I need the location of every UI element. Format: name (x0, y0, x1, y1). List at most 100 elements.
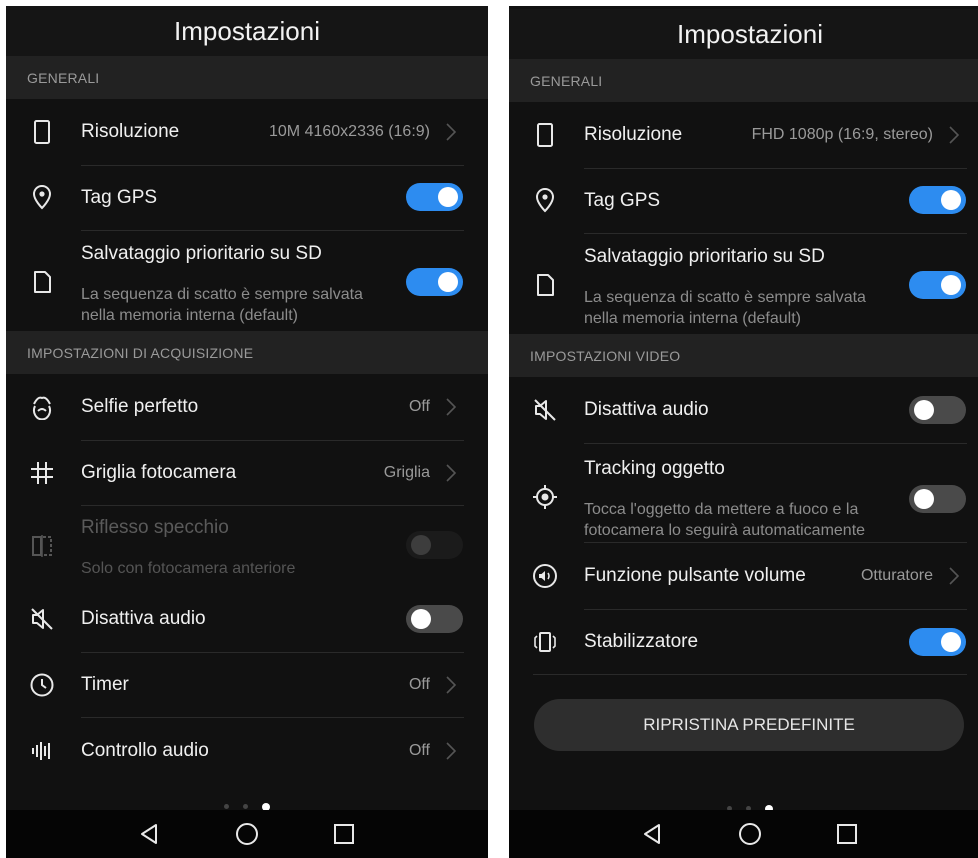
setting-label: Griglia fotocamera (81, 462, 237, 483)
location-pin-icon (531, 186, 559, 214)
back-triangle-icon (140, 824, 157, 844)
setting-value: Off (408, 398, 430, 415)
camera-settings-screen-photo: Impostazioni GENERALI Risoluzione 10M 41… (6, 6, 488, 858)
hash-grid-icon (28, 459, 56, 487)
home-button[interactable] (234, 821, 260, 847)
setting-value: 10M 4160x2336 (16:9) (269, 123, 430, 140)
gps-toggle[interactable] (406, 183, 463, 211)
sd-card-icon (531, 271, 559, 299)
setting-label: Funzione pulsante volume (584, 565, 806, 586)
setting-mirror-reflection: Riflesso specchio Solo con fotocamera an… (6, 506, 488, 580)
setting-sd-priority: Salvataggio prioritario su SD La sequenz… (6, 231, 488, 331)
setting-label: Selfie perfetto (81, 396, 199, 417)
home-circle-icon (235, 823, 258, 845)
setting-description: Tocca l'oggetto da mettere a fuoco e la (584, 501, 859, 518)
recents-button[interactable] (834, 821, 860, 847)
section-header-general: GENERALI (509, 59, 978, 102)
setting-resolution[interactable]: Risoluzione FHD 1080p (16:9, stereo) (509, 102, 978, 168)
page-title: Impostazioni (6, 6, 488, 56)
chevron-right-icon (947, 124, 961, 146)
sd-priority-toggle[interactable] (909, 271, 966, 299)
setting-label: Controllo audio (81, 740, 209, 761)
object-tracking-toggle[interactable] (909, 485, 966, 513)
section-header-video: IMPOSTAZIONI VIDEO (509, 334, 978, 377)
setting-description: La sequenza di scatto è sempre salvata (81, 286, 363, 303)
setting-mute-audio: Disattiva audio (6, 586, 488, 652)
muted-speaker-icon (531, 396, 559, 424)
setting-label: Timer (81, 674, 129, 695)
location-pin-icon (28, 183, 56, 211)
setting-label: Risoluzione (81, 121, 180, 142)
setting-description: Solo con fotocamera anteriore (81, 560, 296, 577)
muted-speaker-icon (28, 605, 56, 633)
setting-label: Tag GPS (81, 187, 158, 208)
sd-card-icon (28, 268, 56, 296)
setting-description: fotocamera lo seguirà automaticamente (584, 522, 866, 539)
setting-description: La sequenza di scatto è sempre salvata (584, 289, 866, 306)
setting-volume-key-function[interactable]: Funzione pulsante volume Otturatore (509, 543, 978, 609)
setting-label: Riflesso specchio (81, 517, 229, 538)
system-navigation-bar (509, 810, 978, 858)
setting-mute-audio: Disattiva audio (509, 377, 978, 443)
setting-label: Salvataggio prioritario su SD (81, 243, 322, 264)
target-icon (531, 483, 559, 511)
back-button[interactable] (137, 821, 163, 847)
recents-square-icon (334, 824, 355, 844)
audio-bars-icon (28, 737, 56, 765)
setting-stabilizer: Stabilizzatore (509, 610, 978, 674)
back-triangle-icon (643, 824, 660, 844)
chevron-right-icon (444, 740, 458, 762)
setting-value: Off (408, 676, 430, 693)
setting-object-tracking: Tracking oggetto Tocca l'oggetto da mett… (509, 444, 978, 542)
chevron-right-icon (444, 462, 458, 484)
mirror-toggle (406, 531, 463, 559)
setting-value: Otturatore (860, 567, 933, 584)
setting-perfect-selfie[interactable]: Selfie perfetto Off (6, 374, 488, 440)
portrait-rect-icon (531, 121, 559, 149)
setting-gps-tag: Tag GPS (6, 166, 488, 230)
section-header-capture: IMPOSTAZIONI DI ACQUISIZIONE (6, 331, 488, 374)
divider (533, 674, 967, 675)
setting-value: FHD 1080p (16:9, stereo) (751, 126, 933, 143)
stabilizer-icon (531, 628, 559, 656)
setting-label: Tracking oggetto (584, 458, 725, 479)
page-dot (243, 804, 248, 809)
setting-description: nella memoria interna (default) (81, 307, 298, 324)
camera-settings-screen-video: Impostazioni GENERALI Risoluzione FHD 10… (509, 6, 978, 858)
setting-value: Griglia (383, 464, 430, 481)
setting-value: Off (408, 742, 430, 759)
sd-priority-toggle[interactable] (406, 268, 463, 296)
portrait-rect-icon (28, 118, 56, 146)
page-dot (224, 804, 229, 809)
setting-label: Disattiva audio (584, 399, 709, 420)
setting-label: Tag GPS (584, 190, 661, 211)
recents-button[interactable] (331, 821, 357, 847)
chevron-right-icon (444, 121, 458, 143)
setting-gps-tag: Tag GPS (509, 169, 978, 233)
setting-camera-grid[interactable]: Griglia fotocamera Griglia (6, 441, 488, 505)
page-title: Impostazioni (509, 9, 978, 59)
chevron-right-icon (947, 565, 961, 587)
stabilizer-toggle[interactable] (909, 628, 966, 656)
setting-audio-control[interactable]: Controllo audio Off (6, 718, 488, 784)
setting-description: nella memoria interna (default) (584, 310, 801, 327)
mute-audio-toggle[interactable] (909, 396, 966, 424)
reset-defaults-button[interactable]: RIPRISTINA PREDEFINITE (534, 699, 964, 751)
recents-square-icon (837, 824, 858, 844)
mute-audio-toggle[interactable] (406, 605, 463, 633)
home-circle-icon (738, 823, 761, 845)
gps-toggle[interactable] (909, 186, 966, 214)
system-navigation-bar (6, 810, 488, 858)
mirror-icon (28, 532, 56, 560)
setting-label: Stabilizzatore (584, 631, 699, 652)
chevron-right-icon (444, 396, 458, 418)
home-button[interactable] (737, 821, 763, 847)
back-button[interactable] (640, 821, 666, 847)
face-icon (28, 393, 56, 421)
setting-label: Salvataggio prioritario su SD (584, 246, 825, 267)
clock-icon (28, 671, 56, 699)
setting-timer[interactable]: Timer Off (6, 653, 488, 717)
setting-sd-priority: Salvataggio prioritario su SD La sequenz… (509, 234, 978, 334)
chevron-right-icon (444, 674, 458, 696)
setting-resolution[interactable]: Risoluzione 10M 4160x2336 (16:9) (6, 99, 488, 165)
